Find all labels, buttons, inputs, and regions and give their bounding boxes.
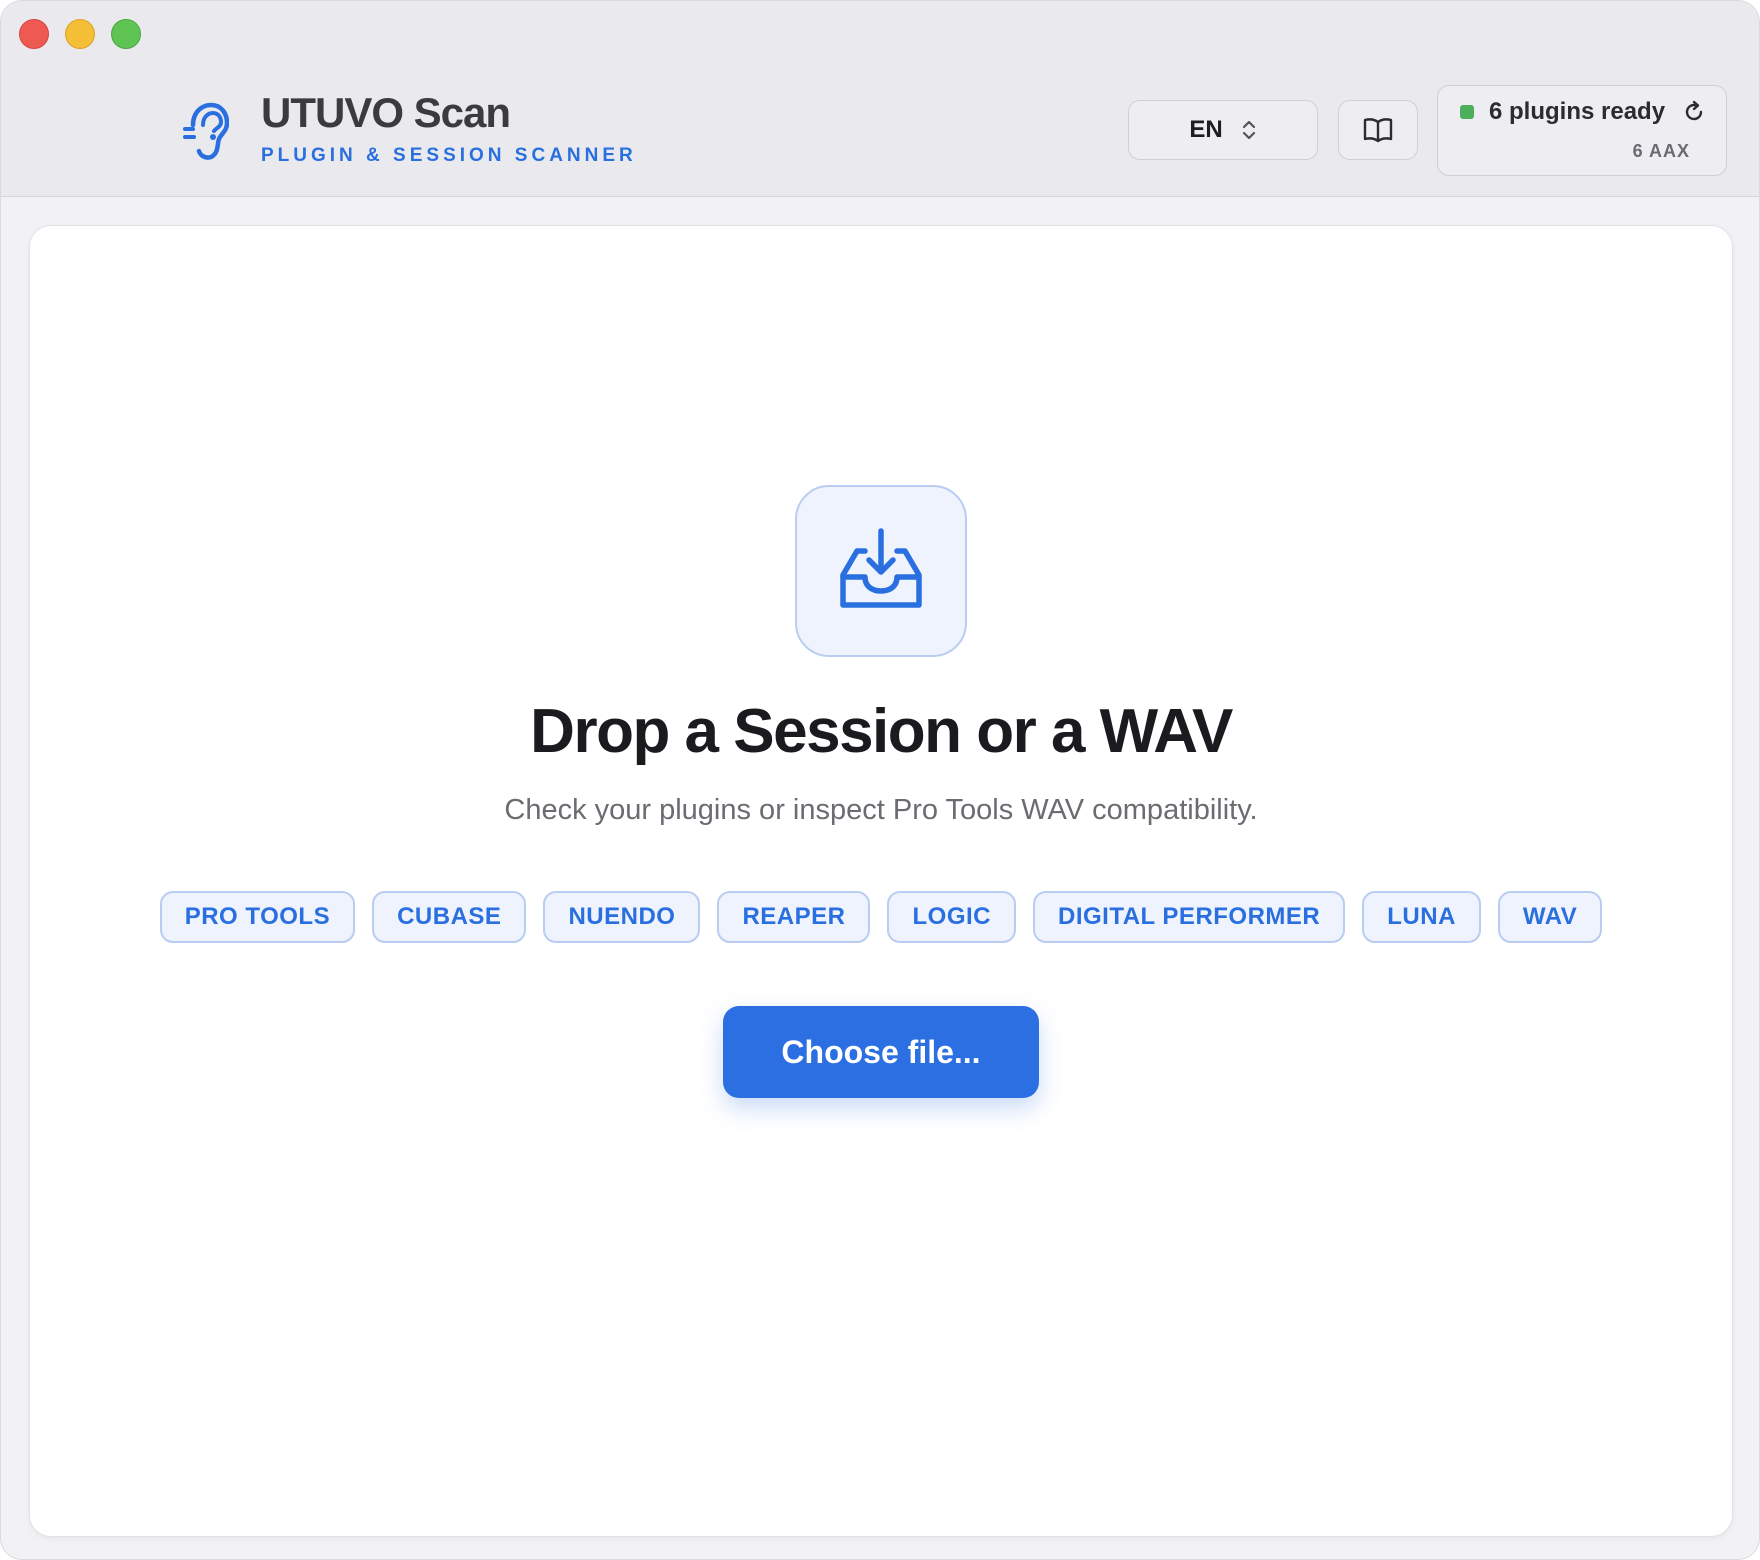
status-indicator <box>1460 105 1474 119</box>
drop-zone[interactable]: Drop a Session or a WAV Check your plugi… <box>29 225 1733 1537</box>
minimize-window-button[interactable] <box>65 19 95 49</box>
drop-title: Drop a Session or a WAV <box>530 697 1233 766</box>
chevron-updown-icon <box>1242 120 1255 140</box>
zoom-window-button[interactable] <box>111 19 141 49</box>
title-bar: UTUVO Scan PLUGIN & SESSION SCANNER EN 6… <box>1 1 1759 197</box>
close-window-button[interactable] <box>19 19 49 49</box>
format-chip: NUENDO <box>543 891 701 943</box>
app-window: UTUVO Scan PLUGIN & SESSION SCANNER EN 6… <box>0 0 1760 1560</box>
format-chip: WAV <box>1497 891 1603 943</box>
drop-icon-container <box>795 485 967 657</box>
plugin-status-panel[interactable]: 6 plugins ready 6 AAX <box>1437 85 1727 176</box>
plugin-format-count: 6 AAX <box>1632 141 1690 161</box>
format-chip: REAPER <box>717 891 871 943</box>
language-value: EN <box>1189 116 1223 143</box>
status-text: 6 plugins ready <box>1489 98 1666 125</box>
app-subtitle: PLUGIN & SESSION SCANNER <box>261 145 637 166</box>
ear-icon <box>183 102 229 160</box>
refresh-icon[interactable] <box>1682 100 1706 124</box>
format-chip: CUBASE <box>372 891 527 943</box>
book-icon <box>1363 118 1393 143</box>
app-title: UTUVO Scan <box>261 89 511 136</box>
format-chip: DIGITAL PERFORMER <box>1032 891 1346 943</box>
format-chip: LOGIC <box>887 891 1016 943</box>
language-select[interactable]: EN <box>1128 100 1318 160</box>
supported-formats: PRO TOOLS CUBASE NUENDO REAPER LOGIC DIG… <box>30 891 1732 943</box>
format-chip: PRO TOOLS <box>159 891 356 943</box>
format-chip: LUNA <box>1362 891 1481 943</box>
choose-file-button[interactable]: Choose file... <box>723 1006 1039 1098</box>
drop-subtitle: Check your plugins or inspect Pro Tools … <box>504 794 1258 826</box>
manual-button[interactable] <box>1338 100 1418 160</box>
inbox-download-icon <box>840 528 922 608</box>
